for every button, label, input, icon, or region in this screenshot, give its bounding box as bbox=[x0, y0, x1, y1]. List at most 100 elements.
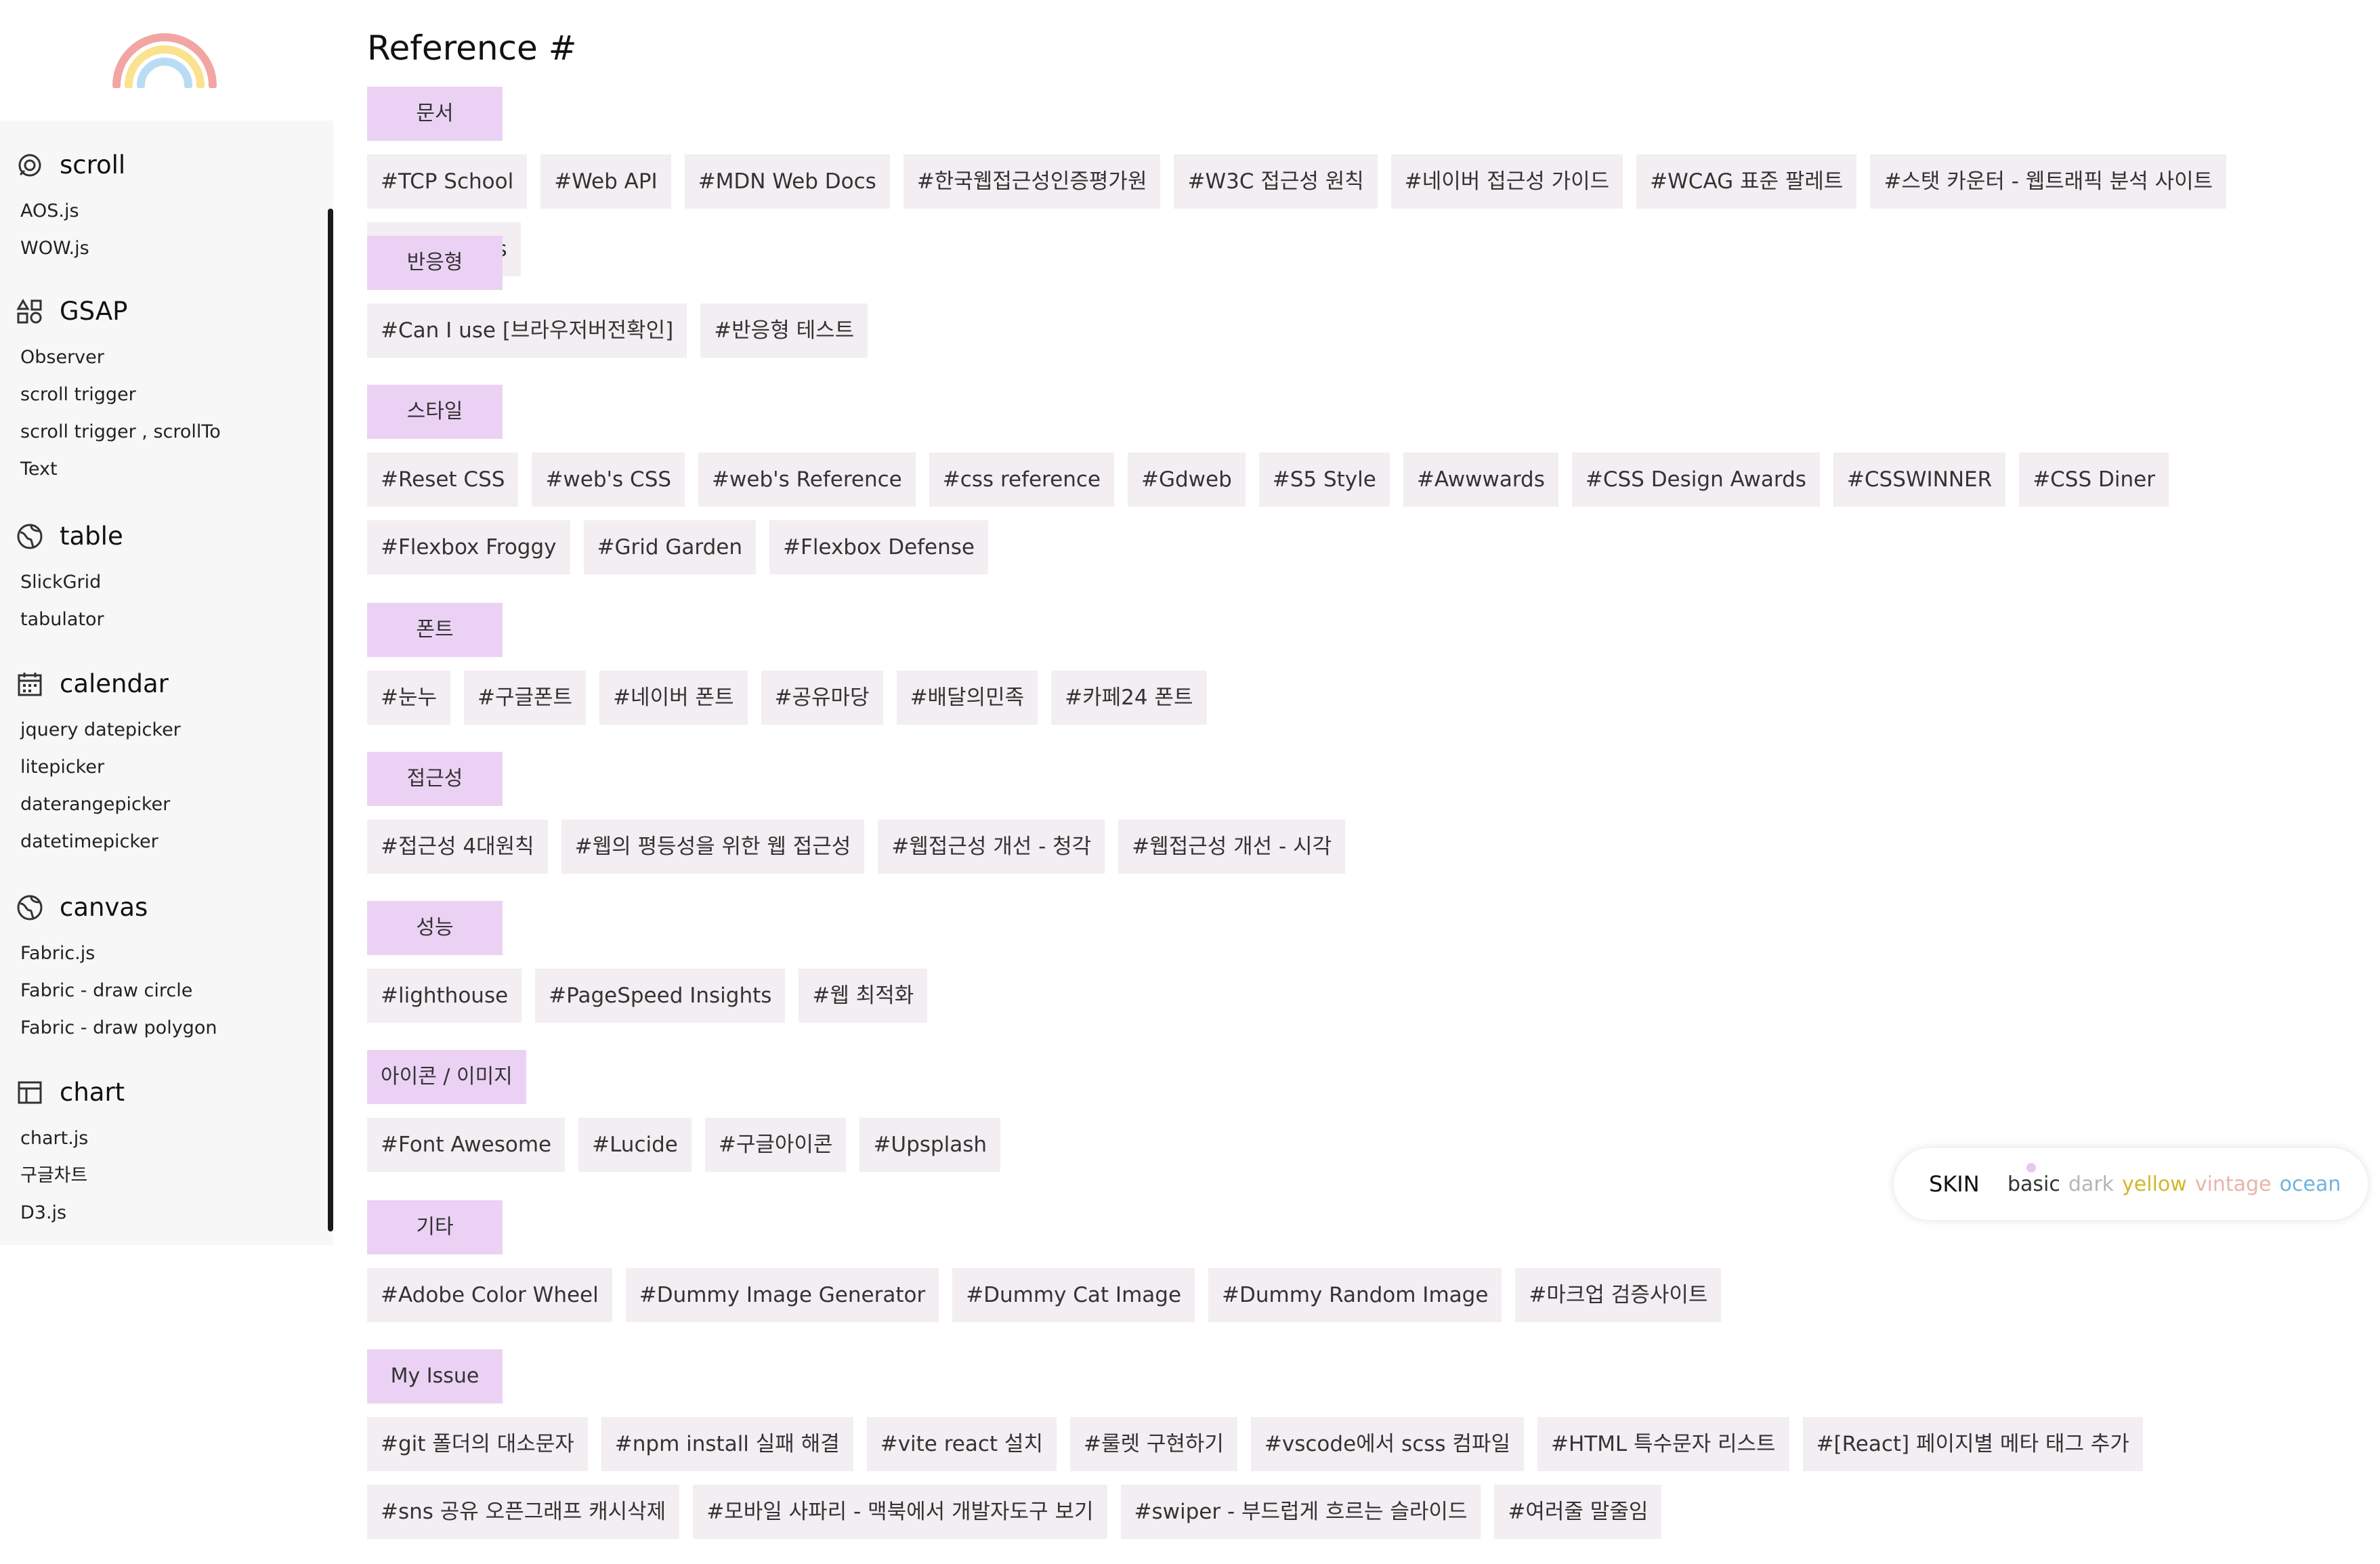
reference-tag-link[interactable]: #웹접근성 개선 - 시각 bbox=[1118, 820, 1346, 874]
sidebar-item[interactable]: chart.js bbox=[0, 1120, 325, 1157]
reference-tag-link[interactable]: #S5 Style bbox=[1258, 452, 1390, 507]
reference-tag-link[interactable]: #Dummy Random Image bbox=[1208, 1268, 1502, 1322]
sidebar-item[interactable]: Fabric - draw polygon bbox=[0, 1009, 325, 1047]
reference-tag-link[interactable]: #Dummy Cat Image bbox=[952, 1268, 1195, 1322]
reference-tag-link[interactable]: #HTML 특수문자 리스트 bbox=[1537, 1417, 1789, 1471]
sidebar-group-heading[interactable]: scroll bbox=[0, 138, 325, 192]
sidebar-item[interactable]: daterangepicker bbox=[0, 786, 325, 823]
sidebar-item[interactable]: Fabric.js bbox=[0, 935, 325, 972]
reference-tag-link[interactable]: #구글폰트 bbox=[464, 671, 587, 725]
reference-tag-link[interactable]: #npm install 실패 해결 bbox=[601, 1417, 853, 1471]
reference-tag-link[interactable]: #Font Awesome bbox=[367, 1118, 566, 1172]
sidebar-scrollbar[interactable] bbox=[328, 209, 333, 1231]
reference-tag-link[interactable]: #git 폴더의 대소문자 bbox=[367, 1417, 588, 1471]
sidebar-item[interactable]: litepicker bbox=[0, 748, 325, 786]
sidebar-group-heading[interactable]: GSAP bbox=[0, 284, 325, 339]
reference-tag-link[interactable]: #Web API bbox=[540, 154, 671, 209]
reference-tag-link[interactable]: #Grid Garden bbox=[583, 520, 757, 574]
skin-option-ocean[interactable]: ocean bbox=[2280, 1171, 2341, 1198]
sidebar-group-table: table SlickGrid tabulator bbox=[0, 509, 325, 638]
reference-tag-link[interactable]: #마크업 검증사이트 bbox=[1515, 1268, 1722, 1322]
sidebar-group-heading[interactable]: table bbox=[0, 509, 325, 564]
sidebar-item[interactable]: SlickGrid bbox=[0, 564, 325, 601]
reference-tag-link[interactable]: #css reference bbox=[929, 452, 1114, 507]
reference-tag-link[interactable]: #CSS Diner bbox=[2019, 452, 2169, 507]
reference-tag-link[interactable]: #룰렛 구현하기 bbox=[1069, 1417, 1237, 1471]
reference-tag-link[interactable]: #스탯 카운터 - 웹트래픽 분석 사이트 bbox=[1870, 154, 2227, 209]
reference-tag-link[interactable]: #반응형 테스트 bbox=[700, 303, 868, 358]
reference-tag-link[interactable]: #Awwwards bbox=[1403, 452, 1558, 507]
reference-tag-link[interactable]: #CSS Design Awards bbox=[1571, 452, 1820, 507]
skin-option-yellow[interactable]: yellow bbox=[2122, 1171, 2187, 1198]
reference-tag-link[interactable]: #Can I use [브라우저버전확인] bbox=[367, 303, 687, 358]
logo-area[interactable] bbox=[0, 0, 333, 121]
reference-tag-link[interactable]: #swiper - 부드럽게 흐르는 슬라이드 bbox=[1120, 1485, 1481, 1539]
skin-option-vintage[interactable]: vintage bbox=[2195, 1171, 2272, 1198]
sidebar-item[interactable]: WOW.js bbox=[0, 230, 325, 267]
sidebar-item[interactable]: AOS.js bbox=[0, 192, 325, 230]
rainbow-logo[interactable] bbox=[111, 26, 218, 88]
reference-tag-link[interactable]: #Flexbox Defense bbox=[769, 520, 988, 574]
sidebar-group-heading[interactable]: calendar bbox=[0, 657, 325, 711]
category-label: 반응형 bbox=[367, 236, 503, 290]
reference-tag-link[interactable]: #접근성 4대원칙 bbox=[367, 820, 548, 874]
reference-tag-link[interactable]: #구글아이콘 bbox=[704, 1118, 847, 1172]
reference-tag-link[interactable]: #여러줄 말줄임 bbox=[1494, 1485, 1662, 1539]
sidebar-item[interactable]: Fabric - draw circle bbox=[0, 972, 325, 1009]
tag-list: #lighthouse #PageSpeed Insights #웹 최적화 bbox=[367, 969, 2372, 1023]
sidebar-item[interactable]: Text bbox=[0, 450, 325, 488]
reference-tag-link[interactable]: #web's CSS bbox=[532, 452, 685, 507]
calendar-icon bbox=[16, 671, 43, 698]
reference-tag-link[interactable]: #Gdweb bbox=[1127, 452, 1246, 507]
category-label: 아이콘 / 이미지 bbox=[367, 1050, 526, 1104]
reference-tag-link[interactable]: #한국웹접근성인증평가원 bbox=[903, 154, 1161, 209]
reference-tag-link[interactable]: #카페24 폰트 bbox=[1051, 671, 1207, 725]
reference-tag-link[interactable]: #네이버 폰트 bbox=[599, 671, 748, 725]
reference-tag-link[interactable]: #Dummy Image Generator bbox=[625, 1268, 939, 1322]
skin-options: basic dark yellow vintage ocean bbox=[2007, 1171, 2341, 1198]
skin-option-dark[interactable]: dark bbox=[2068, 1171, 2114, 1198]
sidebar-item[interactable]: Observer bbox=[0, 339, 325, 376]
sidebar-item[interactable]: datetimepicker bbox=[0, 823, 325, 860]
reference-tag-link[interactable]: #모바일 사파리 - 맥북에서 개발자도구 보기 bbox=[693, 1485, 1107, 1539]
sidebar-item-list: AOS.js WOW.js bbox=[0, 192, 325, 267]
sidebar-item-list: jquery datepicker litepicker daterangepick… bbox=[0, 711, 325, 860]
sidebar-item[interactable]: scroll trigger , scrollTo bbox=[0, 413, 325, 450]
sidebar-item[interactable]: tabulator bbox=[0, 601, 325, 638]
category-label: 기타 bbox=[367, 1200, 503, 1254]
reference-tag-link[interactable]: #W3C 접근성 원칙 bbox=[1174, 154, 1378, 209]
reference-tag-link[interactable]: #lighthouse bbox=[367, 969, 522, 1023]
category-label: 접근성 bbox=[367, 752, 503, 806]
reference-tag-link[interactable]: #네이버 접근성 가이드 bbox=[1390, 154, 1623, 209]
reference-tag-link[interactable]: #Reset CSS bbox=[367, 452, 519, 507]
reference-tag-link[interactable]: #vscode에서 scss 컴파일 bbox=[1250, 1417, 1524, 1471]
skin-option-basic[interactable]: basic bbox=[2007, 1171, 2060, 1198]
sidebar-group-heading[interactable]: chart bbox=[0, 1065, 325, 1120]
reference-tag-link[interactable]: #Adobe Color Wheel bbox=[367, 1268, 612, 1322]
reference-tag-link[interactable]: #TCP School bbox=[367, 154, 528, 209]
reference-tag-link[interactable]: #웹의 평등성을 위한 웹 접근성 bbox=[561, 820, 865, 874]
sidebar-item[interactable]: 구글차트 bbox=[0, 1157, 325, 1194]
globe-icon bbox=[16, 523, 43, 550]
sidebar-item[interactable]: scroll trigger bbox=[0, 376, 325, 413]
sidebar-item[interactable]: jquery datepicker bbox=[0, 711, 325, 748]
reference-tag-link[interactable]: #PageSpeed Insights bbox=[535, 969, 786, 1023]
reference-tag-link[interactable]: #CSSWINNER bbox=[1833, 452, 2006, 507]
reference-tag-link[interactable]: #MDN Web Docs bbox=[684, 154, 890, 209]
reference-tag-link[interactable]: #공유마당 bbox=[761, 671, 883, 725]
reference-tag-link[interactable]: #눈누 bbox=[367, 671, 451, 725]
reference-tag-link[interactable]: #웹접근성 개선 - 청각 bbox=[878, 820, 1105, 874]
sidebar-item[interactable]: D3.js bbox=[0, 1194, 325, 1231]
reference-tag-link[interactable]: #[React] 페이지별 메타 태그 추가 bbox=[1802, 1417, 2143, 1471]
reference-tag-link[interactable]: #Flexbox Froggy bbox=[367, 520, 570, 574]
reference-tag-link[interactable]: #vite react 설치 bbox=[866, 1417, 1057, 1471]
reference-tag-link[interactable]: #Lucide bbox=[578, 1118, 692, 1172]
reference-tag-link[interactable]: #배달의민족 bbox=[896, 671, 1038, 725]
sidebar-group-heading[interactable]: canvas bbox=[0, 881, 325, 935]
reference-tag-link[interactable]: #web's Reference bbox=[698, 452, 916, 507]
sidebar-group-calendar: calendar jquery datepicker litepicker dater… bbox=[0, 657, 325, 860]
reference-tag-link[interactable]: #sns 공유 오픈그래프 캐시삭제 bbox=[367, 1485, 680, 1539]
reference-tag-link[interactable]: #웹 최적화 bbox=[799, 969, 928, 1023]
reference-tag-link[interactable]: #Upsplash bbox=[859, 1118, 1001, 1172]
reference-tag-link[interactable]: #WCAG 표준 팔레트 bbox=[1636, 154, 1857, 209]
